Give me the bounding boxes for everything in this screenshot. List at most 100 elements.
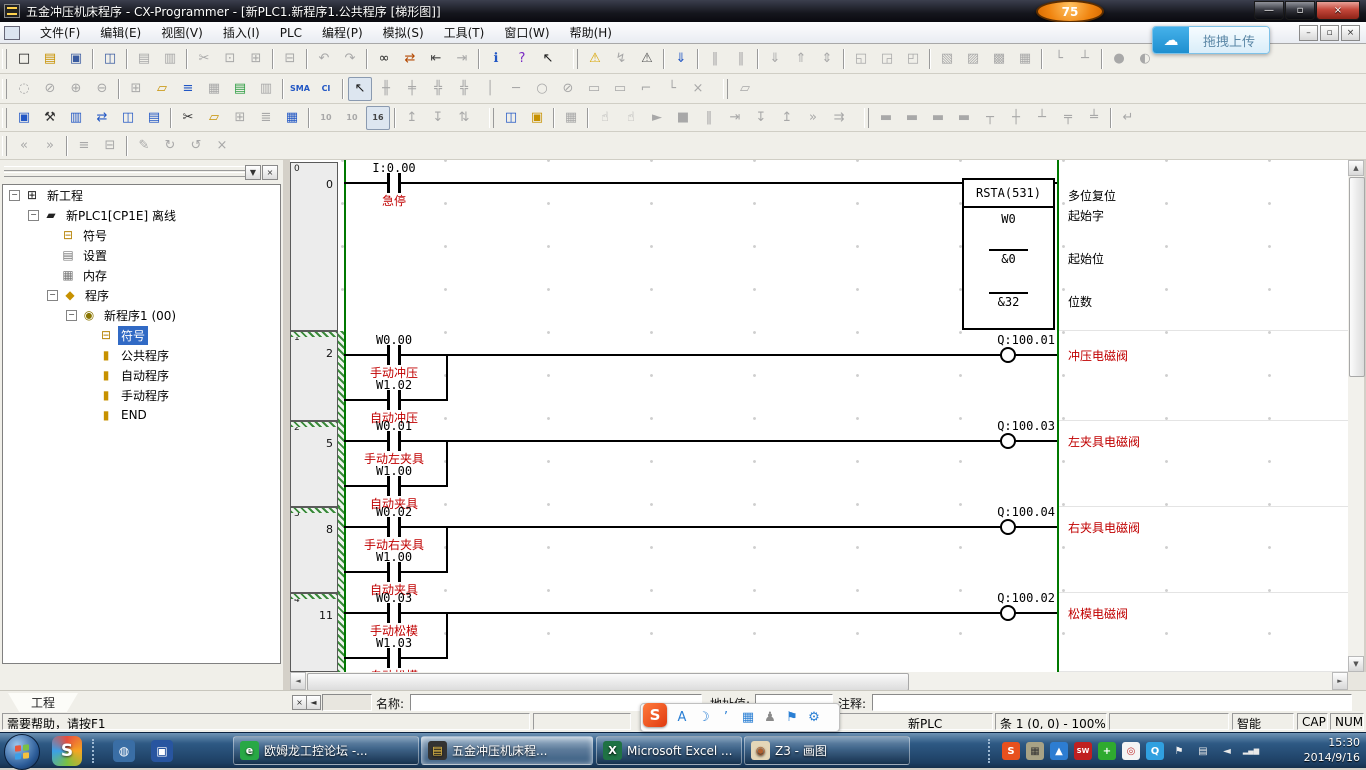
scroll-down-icon[interactable]: ▼ xyxy=(1348,656,1364,672)
view-swap-icon[interactable]: ⇄ xyxy=(90,106,114,130)
symbol-table-view-icon[interactable]: ▤ xyxy=(228,77,252,101)
watch-sheet-icon[interactable]: ▣ xyxy=(525,106,549,130)
toolbox-icon[interactable]: ⚒ xyxy=(38,106,62,130)
toolbar-grip[interactable] xyxy=(723,79,728,99)
ime-keyboard-icon[interactable]: ▦ xyxy=(737,710,759,725)
rung-margin[interactable]: 00 xyxy=(290,162,338,331)
vertical-scrollbar[interactable]: ▲ ▼ xyxy=(1348,160,1364,672)
taskbar-grip[interactable] xyxy=(92,739,99,763)
rung-margin[interactable]: 411 xyxy=(290,593,338,672)
ime-language-icon[interactable]: ☽ xyxy=(693,710,715,725)
tree-item-memory[interactable]: ▦内存 xyxy=(3,265,280,285)
ime-account-icon[interactable]: ♟ xyxy=(759,710,781,725)
toolbar-grip[interactable] xyxy=(489,108,494,128)
mdi-close-button[interactable]: × xyxy=(1341,25,1360,41)
help-topics-icon[interactable]: ? xyxy=(510,47,534,71)
rung-margin[interactable]: 12 xyxy=(290,331,338,421)
new-file-icon[interactable]: □ xyxy=(12,47,36,71)
menu-item-1[interactable]: 文件(F) xyxy=(30,22,90,43)
toolbar-grip[interactable] xyxy=(2,79,7,99)
taskbar-clock[interactable]: 15:30 2014/9/16 xyxy=(1304,735,1360,765)
contact-icon[interactable] xyxy=(398,517,401,537)
mdi-child-icon[interactable] xyxy=(4,26,20,40)
toolbar-grip[interactable] xyxy=(573,49,578,69)
contact-icon[interactable] xyxy=(387,345,390,365)
tree-item-section-auto[interactable]: ▮自动程序 xyxy=(3,365,280,385)
contact-icon[interactable] xyxy=(387,173,390,193)
rung-comment-icon[interactable]: ▱ xyxy=(150,77,174,101)
contact-icon[interactable] xyxy=(387,390,390,410)
contact-icon[interactable] xyxy=(398,431,401,451)
menu-item-2[interactable]: 编辑(E) xyxy=(90,22,151,43)
tray-qq-icon[interactable]: Q xyxy=(1146,742,1164,760)
horizontal-scrollbar[interactable]: ◄ ► xyxy=(290,672,1348,690)
workspace-dropdown-icon[interactable]: ▼ xyxy=(245,165,261,180)
view-windows-icon[interactable]: ▣ xyxy=(12,106,36,130)
tray-sogou-icon[interactable]: S xyxy=(1002,742,1020,760)
scroll-right-icon[interactable]: ► xyxy=(1332,672,1348,690)
transfer-program-icon[interactable]: ⇓ xyxy=(669,47,693,71)
operand-close-icon[interactable]: × xyxy=(292,695,307,710)
contact-icon[interactable] xyxy=(398,476,401,496)
quick-launch-media-icon[interactable]: ▣ xyxy=(151,740,173,762)
drag-upload-overlay[interactable]: ☁ 拖拽上传 xyxy=(1152,26,1270,54)
ime-toolbar[interactable]: S A☽’▦♟⚑⚙ xyxy=(640,703,840,732)
recorder-badge[interactable]: 75 xyxy=(1036,0,1104,23)
view-pin-icon[interactable]: ◫ xyxy=(116,106,140,130)
contact-icon[interactable] xyxy=(387,562,390,582)
tray-wangwang-icon[interactable]: ▲ xyxy=(1050,742,1068,760)
rung-margin[interactable]: 25 xyxy=(290,421,338,507)
radix-hex-icon[interactable]: 16 xyxy=(366,106,390,130)
coil-icon[interactable] xyxy=(1000,519,1016,535)
coil-icon[interactable] xyxy=(1000,347,1016,363)
contact-icon[interactable] xyxy=(398,390,401,410)
tray-network-icon[interactable]: ▂▄▆ xyxy=(1242,742,1260,760)
task-paint[interactable]: ◉Z3 - 画图 xyxy=(744,736,910,765)
ci-dialog-icon[interactable]: CI xyxy=(314,77,338,101)
tree-expand-icon[interactable]: − xyxy=(28,210,39,221)
tray-safety-icon[interactable]: + xyxy=(1098,742,1116,760)
start-button[interactable] xyxy=(4,734,40,770)
tab-project[interactable]: 工程 xyxy=(8,693,78,712)
horizontal-scroll-thumb[interactable] xyxy=(307,673,909,691)
contact-icon[interactable] xyxy=(398,603,401,623)
contact-icon[interactable] xyxy=(398,648,401,668)
mdi-minimize-button[interactable]: – xyxy=(1299,25,1318,41)
replace-icon[interactable]: ⇄ xyxy=(398,47,422,71)
section-cut-icon[interactable]: ✂ xyxy=(176,106,200,130)
sogou-logo-icon[interactable]: S xyxy=(643,703,667,727)
tray-volume-muted-icon[interactable]: ◄ xyxy=(1218,742,1236,760)
select-mode-icon[interactable]: ↖ xyxy=(348,77,372,101)
tray-grip[interactable] xyxy=(988,739,995,763)
scroll-up-icon[interactable]: ▲ xyxy=(1348,160,1364,176)
toolbar-grip[interactable] xyxy=(864,108,869,128)
workspace-close-icon[interactable]: × xyxy=(262,165,278,180)
tree-expand-icon[interactable]: − xyxy=(66,310,77,321)
vertical-scroll-thumb[interactable] xyxy=(1349,177,1365,377)
quick-launch-browser-icon[interactable]: ◍ xyxy=(113,740,135,762)
contact-icon[interactable] xyxy=(387,517,390,537)
tree-item-project[interactable]: −⊞新工程 xyxy=(3,185,280,205)
tree-item-section-manual[interactable]: ▮手动程序 xyxy=(3,385,280,405)
tray-unionpay-icon[interactable]: ◎ xyxy=(1122,742,1140,760)
ime-settings-icon[interactable]: ⚙ xyxy=(803,710,825,725)
instruction-block[interactable]: RSTA(531)W0&0&32 xyxy=(962,178,1055,330)
toolbar-grip[interactable] xyxy=(2,108,7,128)
tray-clipboard-icon[interactable]: ▤ xyxy=(1194,742,1212,760)
coil-icon[interactable] xyxy=(1000,605,1016,621)
mdi-restore-button[interactable]: ▫ xyxy=(1320,25,1339,41)
menu-item-6[interactable]: 编程(P) xyxy=(312,22,373,43)
contact-icon[interactable] xyxy=(398,345,401,365)
compile-report-icon[interactable]: ◫ xyxy=(98,47,122,71)
validate-symbols-icon[interactable]: ⚠ xyxy=(583,47,607,71)
workspace-grip[interactable] xyxy=(4,172,250,177)
tree-item-section-end[interactable]: ▮END xyxy=(3,405,280,425)
coil-icon[interactable] xyxy=(1000,433,1016,449)
operand-back-icon[interactable]: ◄ xyxy=(306,695,321,710)
workspace-grip[interactable] xyxy=(4,166,250,171)
menu-item-3[interactable]: 视图(V) xyxy=(151,22,213,43)
open-project-icon[interactable]: ▤ xyxy=(38,47,62,71)
comment-field[interactable] xyxy=(872,694,1352,711)
ime-skin-icon[interactable]: ⚑ xyxy=(781,710,803,725)
ladder-diagram-view[interactable]: 00I:0.00急停RSTA(531)W0&0&32多位复位起始字起始位位数12… xyxy=(290,160,1348,672)
